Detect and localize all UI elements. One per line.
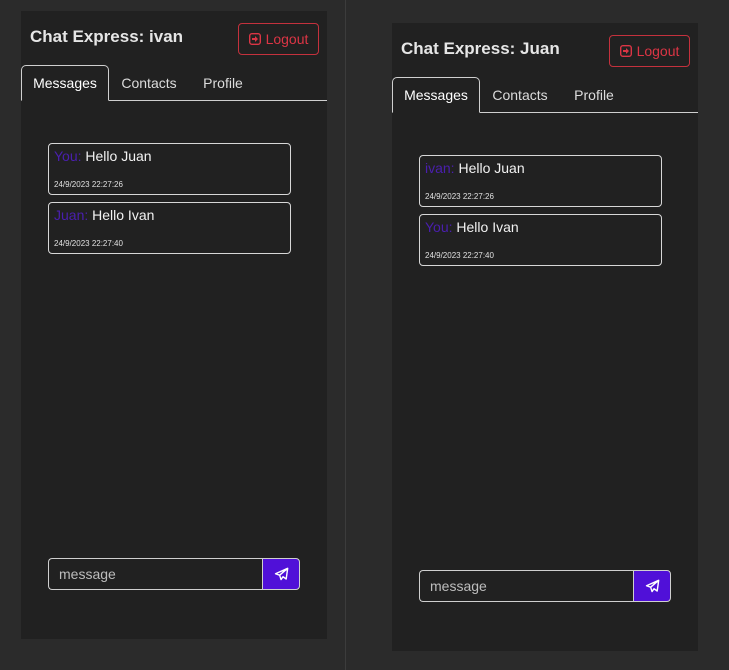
message-bubble: You: Hello Ivan 24/9/2023 22:27:40: [419, 214, 662, 266]
message-sender: You:: [54, 148, 82, 164]
message-input[interactable]: [419, 570, 633, 602]
tab-messages[interactable]: Messages: [21, 65, 109, 101]
tab-messages[interactable]: Messages: [392, 77, 480, 113]
tab-bar: Messages Contacts Profile: [21, 65, 327, 101]
tab-contacts[interactable]: Contacts: [114, 65, 184, 100]
message-line: Juan: Hello Ivan: [54, 207, 154, 223]
message-line: ivan: Hello Juan: [425, 160, 525, 176]
sign-out-icon: [619, 45, 632, 57]
message-bubble: ivan: Hello Juan 24/9/2023 22:27:26: [419, 155, 662, 207]
logout-button[interactable]: Logout: [609, 35, 690, 67]
message-composer: [48, 558, 300, 590]
message-line: You: Hello Juan: [54, 148, 152, 164]
message-text: Hello Juan: [458, 160, 525, 176]
paper-plane-icon: [274, 567, 288, 580]
tab-bar: Messages Contacts Profile: [392, 77, 698, 113]
sign-out-icon: [248, 33, 261, 45]
message-bubble: You: Hello Juan 24/9/2023 22:27:26: [48, 143, 291, 195]
message-sender: ivan:: [425, 160, 455, 176]
message-bubble: Juan: Hello Ivan 24/9/2023 22:27:40: [48, 202, 291, 254]
screen: Chat Express: ivan Logout Messages Conta…: [0, 0, 729, 670]
tab-profile[interactable]: Profile: [567, 77, 621, 112]
chat-window-juan: Chat Express: Juan Logout Messages Conta…: [392, 23, 698, 651]
logout-label: Logout: [636, 43, 680, 59]
chat-window-ivan: Chat Express: ivan Logout Messages Conta…: [21, 11, 327, 639]
message-timestamp: 24/9/2023 22:27:40: [54, 239, 123, 248]
message-input[interactable]: [48, 558, 262, 590]
tab-contacts[interactable]: Contacts: [485, 77, 555, 112]
send-button[interactable]: [633, 570, 671, 602]
message-text: Hello Juan: [85, 148, 152, 164]
message-line: You: Hello Ivan: [425, 219, 519, 235]
logout-label: Logout: [265, 31, 309, 47]
message-timestamp: 24/9/2023 22:27:26: [54, 180, 123, 189]
message-timestamp: 24/9/2023 22:27:26: [425, 192, 494, 201]
app-title: Chat Express: Juan: [401, 39, 560, 58]
message-timestamp: 24/9/2023 22:27:40: [425, 251, 494, 260]
window-divider: [345, 0, 346, 670]
message-sender: You:: [425, 219, 453, 235]
message-composer: [419, 570, 671, 602]
message-text: Hello Ivan: [456, 219, 519, 235]
message-text: Hello Ivan: [92, 207, 155, 223]
send-button[interactable]: [262, 558, 300, 590]
logout-button[interactable]: Logout: [238, 23, 319, 55]
paper-plane-icon: [645, 579, 659, 592]
tab-profile[interactable]: Profile: [196, 65, 250, 100]
app-title: Chat Express: ivan: [30, 27, 184, 46]
message-sender: Juan:: [54, 207, 89, 223]
